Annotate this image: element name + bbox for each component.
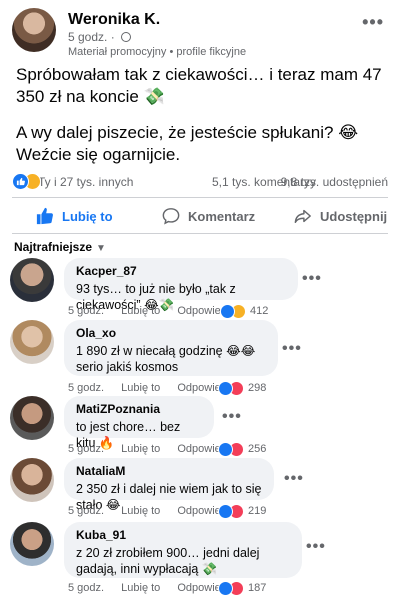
commenter-avatar[interactable] [10, 258, 54, 302]
comment-reaction-count: 219 [248, 505, 267, 517]
post-body: Spróbowałam tak z ciekawości… i teraz ma… [16, 64, 386, 176]
comment-time[interactable]: 5 godz. [68, 382, 104, 394]
comment-time[interactable]: 5 godz. [68, 505, 104, 517]
comment-more-icon[interactable]: ••• [306, 538, 326, 556]
comment-like-button[interactable]: Lubię to [121, 382, 160, 394]
comment-more-icon[interactable]: ••• [222, 408, 242, 426]
commenter-avatar[interactable] [10, 522, 54, 566]
reactions-count[interactable]: Ty i 27 tys. innych [38, 175, 133, 189]
like-reaction-icon [218, 442, 233, 457]
more-options-icon[interactable]: ••• [362, 12, 384, 33]
post-stats: Ty i 27 tys. innych 5,1 tys. komentarzy … [12, 172, 388, 192]
author-avatar[interactable] [12, 8, 56, 52]
comment-text: z 20 zł zrobiłem 900… jedni dalej gadają… [76, 546, 260, 576]
comment-icon [162, 208, 180, 225]
post-actions: Lubię to Komentarz Udostępnij [12, 199, 388, 233]
commenter-name[interactable]: NataliaM [76, 464, 262, 478]
shares-count[interactable]: 9,8 tys. udostępnień [281, 175, 388, 189]
like-button-label: Lubię to [62, 208, 113, 224]
post-text-line1: Spróbowałam tak z ciekawości… i teraz ma… [16, 65, 382, 106]
comment-reaction-count: 298 [248, 382, 267, 394]
divider-bottom [12, 233, 388, 234]
like-reaction-icon [220, 304, 235, 319]
divider-top [12, 197, 388, 198]
thumbs-up-icon [36, 207, 53, 225]
comment-like-button[interactable]: Lubię to [121, 582, 160, 594]
comment-reactions[interactable]: 298 [218, 381, 278, 397]
comment-reactions[interactable]: 412 [220, 304, 280, 320]
comment-like-button[interactable]: Lubię to [121, 443, 160, 455]
comment-time[interactable]: 5 godz. [68, 305, 104, 317]
comment-time[interactable]: 5 godz. [68, 443, 104, 455]
comment-text: 1 890 zł w niecałą godzinę 😂😂 serio jaki… [76, 344, 256, 374]
share-button-label: Udostępnij [320, 208, 388, 224]
post-text-line2-a: A wy dalej piszecie, że jesteście spłuka… [16, 123, 359, 142]
comment-button[interactable]: Komentarz [162, 199, 255, 233]
comment-bubble: Kuba_91 z 20 zł zrobiłem 900… jedni dale… [64, 522, 302, 578]
comment-more-icon[interactable]: ••• [302, 270, 322, 288]
like-reaction-icon [218, 581, 233, 596]
post-text-line2: A wy dalej piszecie, że jesteście spłuka… [16, 122, 386, 166]
comment-button-label: Komentarz [188, 208, 256, 224]
chevron-down-icon: ▼ [96, 243, 106, 254]
comment-like-button[interactable]: Lubię to [121, 505, 160, 517]
like-button[interactable]: Lubię to [36, 199, 113, 233]
comment-bubble: Kacper_87 93 tys… to już nie było „tak z… [64, 258, 298, 312]
comment-more-icon[interactable]: ••• [282, 340, 302, 358]
commenter-name[interactable]: MatiZPoznania [76, 402, 202, 416]
comment-like-button[interactable]: Lubię to [121, 305, 160, 317]
comment-sort-dropdown[interactable]: Najtrafniejsze ▼ [14, 240, 106, 254]
like-reaction-icon [218, 504, 233, 519]
comment-more-icon[interactable]: ••• [284, 470, 304, 488]
comment-bubble: NataliaM 2 350 zł i dalej nie wiem jak t… [64, 458, 274, 512]
commenter-name[interactable]: Ola_xo [76, 326, 266, 340]
comment-reactions[interactable]: 219 [218, 504, 278, 520]
share-button[interactable]: Udostępnij [294, 199, 387, 233]
sort-label: Najtrafniejsze [14, 240, 93, 254]
share-icon [294, 209, 311, 224]
like-reaction-icon [218, 381, 233, 396]
comment-reactions[interactable]: 187 [218, 581, 278, 597]
like-reaction-icon [12, 173, 29, 190]
commenter-avatar[interactable] [10, 458, 54, 502]
author-name[interactable]: Weronika K. [68, 11, 160, 29]
comment-time[interactable]: 5 godz. [68, 582, 104, 594]
post-text-line3: Weźcie się ogarnijcie. [16, 145, 181, 164]
comment-bubble: Ola_xo 1 890 zł w niecałą godzinę 😂😂 ser… [64, 320, 278, 376]
comment-reaction-count: 256 [248, 443, 267, 455]
commenter-avatar[interactable] [10, 396, 54, 440]
comment-reaction-count: 412 [250, 305, 269, 317]
promo-label: Materiał promocyjny • profile fikcyjne [68, 46, 247, 58]
commenter-name[interactable]: Kacper_87 [76, 264, 286, 278]
post-header: Weronika K. 5 godz. · Materiał promocyjn… [12, 8, 388, 62]
globe-icon [121, 32, 132, 42]
commenter-avatar[interactable] [10, 320, 54, 364]
commenter-name[interactable]: Kuba_91 [76, 528, 290, 542]
comment-reactions[interactable]: 256 [218, 442, 278, 458]
comment-reaction-count: 187 [248, 582, 267, 594]
post-meta: 5 godz. · [68, 30, 132, 44]
comment-bubble: MatiZPoznania to jest chore… bez kitu 🔥 [64, 396, 214, 450]
meta-separator: · [110, 30, 115, 44]
post-time[interactable]: 5 godz. [68, 30, 107, 44]
